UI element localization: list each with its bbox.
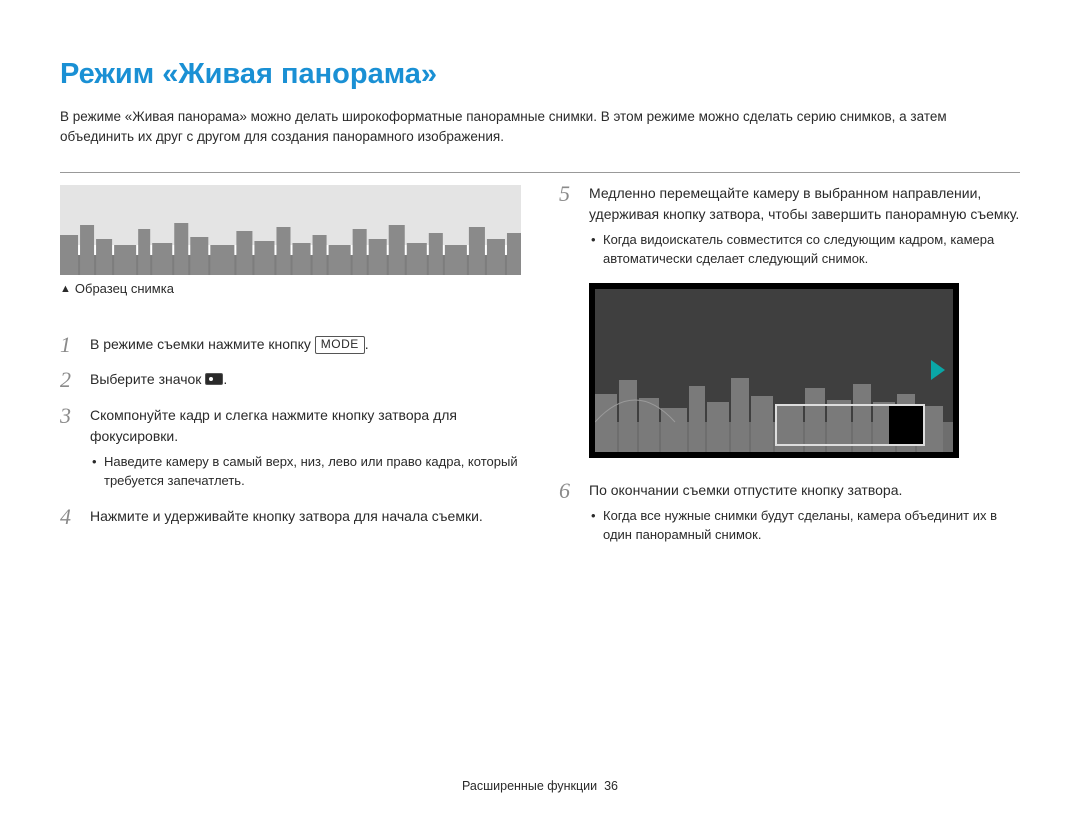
step-sublist: Когда все нужные снимки будут сделаны, к… xyxy=(589,507,1020,545)
step-body: Скомпонуйте кадр и слегка нажмите кнопку… xyxy=(90,403,521,495)
sample-caption-text: Образец снимка xyxy=(75,281,174,296)
right-column: 5 Медленно перемещайте камеру в выбранно… xyxy=(559,181,1020,558)
two-column-layout: ▲ Образец снимка 1 В режиме съемки нажмит… xyxy=(60,181,1020,558)
step-number: 1 xyxy=(60,332,90,357)
panorama-mode-icon xyxy=(205,373,223,385)
step-number: 4 xyxy=(60,504,90,529)
step-number: 2 xyxy=(60,367,90,392)
step-sublist: Наведите камеру в самый верх, низ, лево … xyxy=(90,453,521,491)
step-sub-item: Когда видоискатель совместится со следую… xyxy=(589,231,1020,269)
page-title: Режим «Живая панорама» xyxy=(60,58,1020,91)
step-number: 3 xyxy=(60,403,90,428)
sample-caption: ▲ Образец снимка xyxy=(60,281,521,296)
steps-right-2: 6 По окончании съемки отпустите кнопку з… xyxy=(559,478,1020,549)
step-body: Выберите значок . xyxy=(90,367,521,390)
steps-left: 1 В режиме съемки нажмите кнопку MODE. 2… xyxy=(60,332,521,530)
step-body: Медленно перемещайте камеру в выбранном … xyxy=(589,181,1020,273)
step-text: Медленно перемещайте камеру в выбранном … xyxy=(589,185,1019,222)
left-column: ▲ Образец снимка 1 В режиме съемки нажмит… xyxy=(60,181,521,558)
step-body: По окончании съемки отпустите кнопку зат… xyxy=(589,478,1020,549)
step-4: 4 Нажмите и удерживайте кнопку затвора д… xyxy=(60,504,521,529)
arrow-right-icon xyxy=(931,360,945,380)
step-6: 6 По окончании съемки отпустите кнопку з… xyxy=(559,478,1020,549)
panorama-frame-indicator xyxy=(775,404,925,446)
step-1: 1 В режиме съемки нажмите кнопку MODE. xyxy=(60,332,521,357)
step-5: 5 Медленно перемещайте камеру в выбранно… xyxy=(559,181,1020,273)
footer-section: Расширенные функции xyxy=(462,779,597,793)
step-text: В режиме съемки нажмите кнопку xyxy=(90,336,315,352)
step-text: Скомпонуйте кадр и слегка нажмите кнопку… xyxy=(90,407,457,444)
footer-page-number: 36 xyxy=(604,779,618,793)
step-text: Нажмите и удерживайте кнопку затвора для… xyxy=(90,508,483,524)
page-content: Режим «Живая панорама» В режиме «Живая п… xyxy=(0,0,1080,559)
step-text: . xyxy=(365,336,369,352)
camera-preview-image xyxy=(589,283,959,458)
steps-right: 5 Медленно перемещайте камеру в выбранно… xyxy=(559,181,1020,273)
step-body: В режиме съемки нажмите кнопку MODE. xyxy=(90,332,521,355)
step-number: 5 xyxy=(559,181,589,206)
step-text: Выберите значок xyxy=(90,371,205,387)
step-body: Нажмите и удерживайте кнопку затвора для… xyxy=(90,504,521,527)
panorama-sample-image xyxy=(60,185,521,275)
page-footer: Расширенные функции 36 xyxy=(0,779,1080,793)
step-text: По окончании съемки отпустите кнопку зат… xyxy=(589,482,902,498)
divider xyxy=(60,172,1020,173)
step-text: . xyxy=(223,371,227,387)
step-sub-item: Наведите камеру в самый верх, низ, лево … xyxy=(90,453,521,491)
step-sub-item: Когда все нужные снимки будут сделаны, к… xyxy=(589,507,1020,545)
step-number: 6 xyxy=(559,478,589,503)
intro-paragraph: В режиме «Живая панорама» можно делать ш… xyxy=(60,107,1020,146)
step-3: 3 Скомпонуйте кадр и слегка нажмите кноп… xyxy=(60,403,521,495)
triangle-up-icon: ▲ xyxy=(60,283,71,295)
step-sublist: Когда видоискатель совместится со следую… xyxy=(589,231,1020,269)
step-2: 2 Выберите значок . xyxy=(60,367,521,392)
mode-button-icon: MODE xyxy=(315,336,365,354)
